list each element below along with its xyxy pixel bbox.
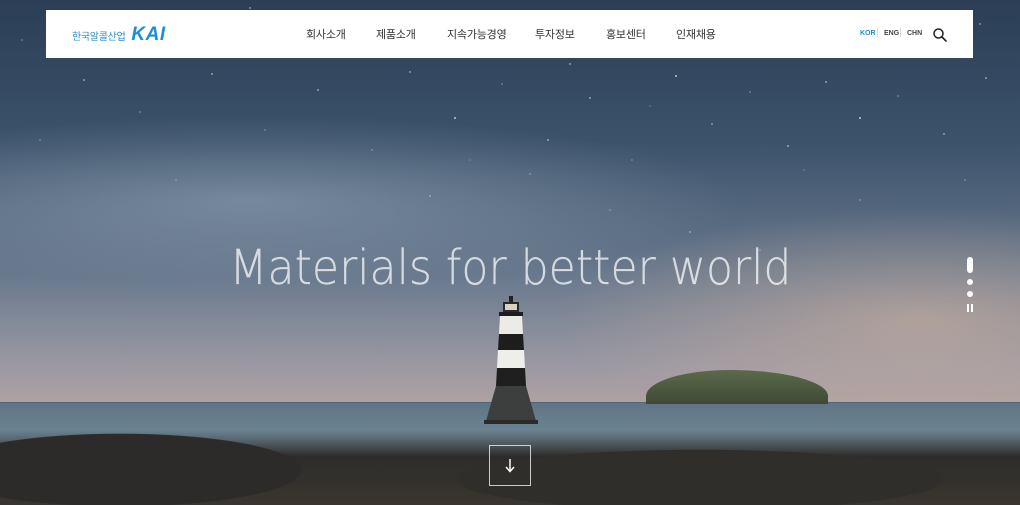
lang-kor[interactable]: KOR [860,30,876,37]
hero-headline-text: Materials for better world [228,240,791,296]
pause-icon[interactable] [967,304,974,312]
slide-pager [965,257,975,313]
main-nav: 회사소개 제품소개 지속가능경영 투자정보 홍보센터 인재채용 [46,10,973,58]
pager-slide-2[interactable] [967,279,973,285]
nav-item-sustainability[interactable]: 지속가능경영 [447,26,507,42]
lang-divider [877,28,878,37]
nav-item-careers[interactable]: 인재채용 [676,26,716,42]
search-icon [933,28,947,42]
lighthouse-image [484,296,538,424]
lang-eng[interactable]: ENG [884,30,899,37]
nav-item-investor[interactable]: 투자정보 [535,26,575,42]
nav-item-pr-center[interactable]: 홍보센터 [606,26,646,42]
hero-headline: Materials for better world [0,240,1020,296]
search-button[interactable] [932,27,948,43]
pager-slide-3[interactable] [967,291,973,297]
nav-item-company[interactable]: 회사소개 [306,26,346,42]
lang-divider [900,28,901,37]
pager-slide-1-active[interactable] [967,257,973,273]
nav-item-products[interactable]: 제품소개 [376,26,416,42]
arrow-down-icon [505,459,515,473]
site-header: 한국알콜산업 KAI 회사소개 제품소개 지속가능경영 투자정보 홍보센터 인재… [46,10,973,58]
lang-chn[interactable]: CHN [907,30,922,37]
scroll-down-button[interactable] [489,445,531,486]
